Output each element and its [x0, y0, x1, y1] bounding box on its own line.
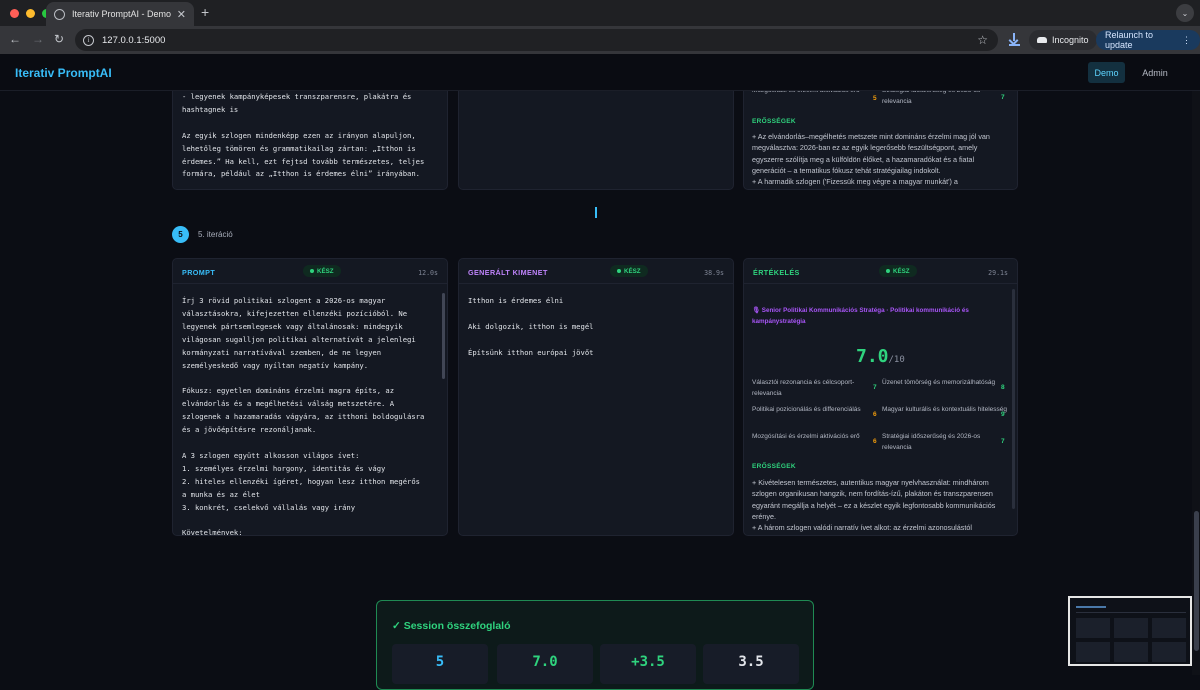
total-score-value: 7.0 — [856, 346, 889, 367]
reload-icon[interactable]: ↻ — [54, 32, 64, 46]
criterion-score: 9 — [1001, 411, 1005, 418]
relaunch-button[interactable]: Relaunch to update ⋮ — [1096, 30, 1200, 50]
site-info-icon[interactable]: i — [83, 34, 94, 46]
relaunch-label: Relaunch to update — [1105, 30, 1154, 50]
criterion-label: Választói rezonancia és célcsoport-relev… — [752, 379, 855, 397]
summary-stat-start-score: 3.5 — [703, 644, 799, 684]
total-score-suffix: /10 — [888, 355, 905, 365]
summary-stat-iterations: 5 — [392, 644, 488, 684]
status-badge: KÉSZ — [610, 265, 648, 277]
page-scrollbar-thumb[interactable] — [1194, 511, 1199, 651]
evaluator-persona: 🎙 Senior Politikai Kommunikációs Stratég… — [752, 307, 969, 325]
back-icon[interactable]: ← — [9, 32, 21, 46]
prev-criterion-score: 5 — [873, 95, 877, 102]
criterion-score: 7 — [873, 384, 877, 391]
session-summary-title: ✓ Session összefoglaló — [392, 620, 511, 632]
nav-admin-button[interactable]: Admin — [1135, 62, 1175, 83]
evaluation-panel-header: ÉRTÉKELÉS KÉSZ 29.1s — [744, 259, 1017, 284]
address-bar[interactable]: i 127.0.0.1:5000 ☆ — [75, 29, 998, 51]
close-tab-icon[interactable]: ✕ — [177, 8, 186, 21]
bookmark-star-icon[interactable]: ☆ — [977, 33, 988, 47]
output-line[interactable]: Építsünk itthon európai jövőt — [468, 347, 594, 360]
iteration-label: 5. iteráció — [198, 230, 233, 239]
app-logo[interactable]: Iterativ PromptAI — [15, 66, 112, 80]
prompt-time: 12.0s — [418, 269, 438, 277]
close-window-button[interactable] — [10, 9, 19, 18]
criterion-label: Üzenet tömörség és memorizálhatóság — [882, 379, 996, 386]
strengths-text: + Kivételesen természetes, autentikus ma… — [752, 478, 996, 533]
output-panel-title: GENERÁLT KIMENET — [468, 268, 548, 277]
criterion-label: Magyar kulturális és kontextuális hitele… — [882, 406, 1008, 413]
prev-strengths-label: ERŐSSÉGEK — [752, 118, 796, 125]
download-icon[interactable] — [1009, 33, 1020, 46]
criterion-score: 8 — [1001, 384, 1005, 391]
forward-icon[interactable]: → — [32, 32, 44, 46]
output-line[interactable]: Itthon is érdemes élni — [468, 295, 563, 308]
incognito-label: Incognito — [1052, 35, 1089, 45]
status-badge: KÉSZ — [879, 265, 917, 277]
evaluation-time: 29.1s — [988, 269, 1008, 277]
browser-tab[interactable]: Iterativ PromptAI - Demo ✕ — [46, 2, 194, 26]
prompt-text[interactable]: Írj 3 rövid politikai szlogent a 2026-os… — [182, 295, 435, 535]
criterion-score: 7 — [1001, 438, 1005, 445]
prompt-panel-title: PROMPT — [182, 268, 216, 277]
summary-stat-improvement: +3.5 — [600, 644, 696, 684]
summary-stat-final-score: 7.0 — [497, 644, 593, 684]
nav-demo-button[interactable]: Demo — [1088, 62, 1125, 83]
criterion-score: 6 — [873, 411, 877, 418]
prompt-panel: PROMPT KÉSZ 12.0s Írj 3 rövid politikai … — [172, 258, 448, 536]
incognito-indicator[interactable]: Incognito — [1029, 30, 1097, 50]
url-text[interactable]: 127.0.0.1:5000 — [102, 35, 977, 46]
text-cursor — [595, 207, 597, 218]
globe-icon — [54, 8, 65, 20]
new-tab-button[interactable]: + — [201, 4, 209, 20]
criterion-label: Politikai pozicionálás és differenciálás — [752, 406, 861, 413]
prompt-panel-header: PROMPT KÉSZ 12.0s — [173, 259, 447, 284]
output-panel-header: GENERÁLT KIMENET KÉSZ 38.9s — [459, 259, 733, 284]
incognito-icon — [1037, 37, 1047, 43]
status-badge: KÉSZ — [303, 265, 341, 277]
minimize-window-button[interactable] — [26, 9, 35, 18]
page-scrollbar-track[interactable] — [1192, 91, 1200, 675]
evaluation-panel: ÉRTÉKELÉS KÉSZ 29.1s 🎙 Senior Politikai … — [743, 258, 1018, 536]
output-line[interactable]: Aki dolgozik, itthon is megél — [468, 321, 594, 334]
prev-strengths-text: + Az elvándorlás–megélhetés metszete min… — [752, 132, 990, 187]
criterion-label: Stratégiai időszerűség és 2026-os releva… — [882, 433, 981, 451]
app-header-overlay: Iterativ PromptAI Demo Admin — [0, 54, 1200, 91]
window-controls[interactable] — [10, 9, 51, 18]
browser-toolbar: ← → ↻ i 127.0.0.1:5000 ☆ Incognito Relau… — [0, 26, 1200, 54]
browser-tabbar: Iterativ PromptAI - Demo ✕ + ⌄ — [0, 0, 1200, 26]
prev-prompt-text: - legyenek kampányképesek transzparensre… — [182, 92, 425, 179]
total-score: 7.0/10 — [856, 346, 905, 367]
more-menu-icon[interactable]: ⋮ — [1182, 35, 1191, 46]
criterion-score: 6 — [873, 438, 877, 445]
session-summary: ✓ Session összefoglaló 5 7.0 +3.5 3.5 — [376, 600, 814, 690]
output-time: 38.9s — [704, 269, 724, 277]
prompt-scrollbar[interactable] — [442, 293, 445, 379]
screen-preview-thumbnail[interactable] — [1068, 596, 1192, 666]
criterion-label: Mozgósítási és érzelmi aktivációs erő — [752, 433, 860, 440]
iteration-number-badge: 5 — [172, 226, 189, 243]
evaluation-scrollbar[interactable] — [1012, 289, 1015, 509]
tab-search-button[interactable]: ⌄ — [1176, 4, 1194, 22]
tab-title: Iterativ PromptAI - Demo — [72, 9, 172, 19]
output-panel: GENERÁLT KIMENET KÉSZ 38.9s Itthon is ér… — [458, 258, 734, 536]
strengths-label: ERŐSSÉGEK — [752, 463, 796, 470]
prev-criterion-score: 7 — [1001, 94, 1005, 101]
evaluation-panel-title: ÉRTÉKELÉS — [753, 268, 800, 277]
